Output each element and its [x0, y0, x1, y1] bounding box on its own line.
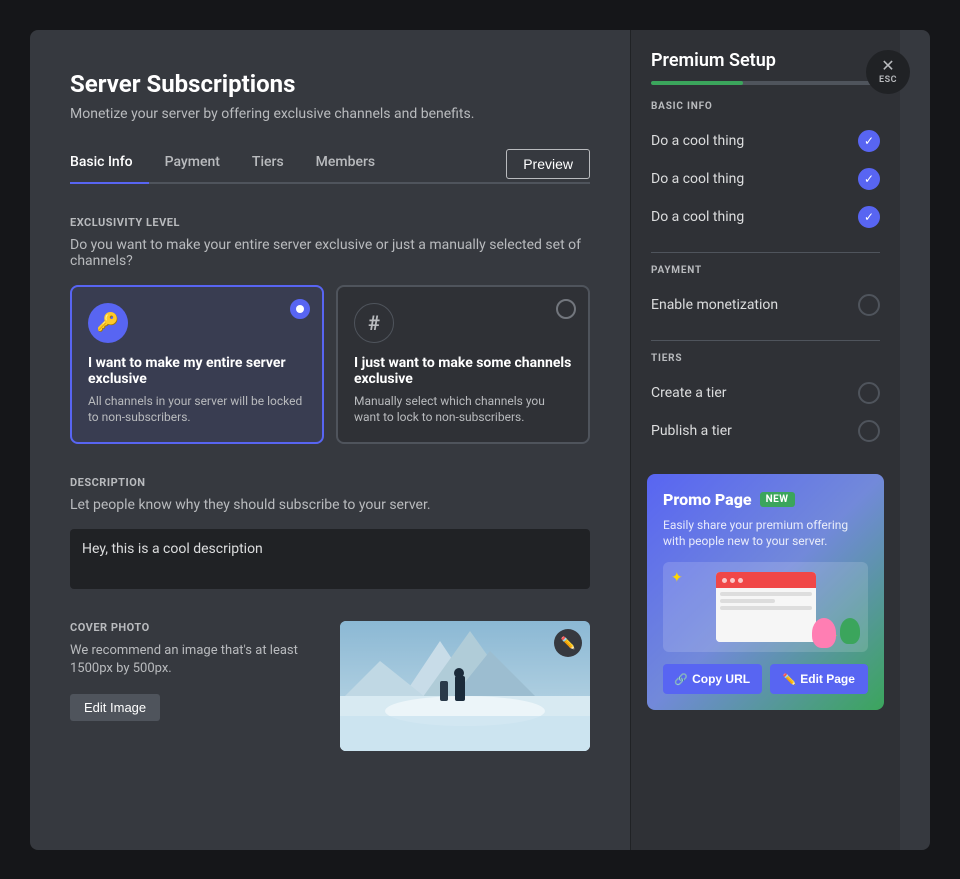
hashtag-icon: # [354, 303, 394, 343]
checklist-item: Do a cool thing ✓ [651, 122, 880, 160]
page-subtitle: Monetize your server by offering exclusi… [70, 106, 590, 122]
card-title-entire: I want to make my entire server exclusiv… [88, 355, 306, 387]
promo-card-desc: Easily share your premium offering with … [663, 517, 868, 551]
card-title-some: I just want to make some channels exclus… [354, 355, 572, 387]
divider-2 [651, 340, 880, 341]
excl-card-entire-server[interactable]: 🔑 I want to make my entire server exclus… [70, 285, 324, 445]
description-section: DESCRIPTION Let people know why they sho… [70, 476, 590, 593]
checklist-item: Do a cool thing ✓ [651, 160, 880, 198]
checklist-label-basic: BASIC INFO [651, 101, 880, 112]
card-desc-entire: All channels in your server will be lock… [88, 393, 306, 427]
check-circle-payment-1 [858, 294, 880, 316]
cover-image [340, 621, 590, 751]
exclusivity-desc: Do you want to make your entire server e… [70, 237, 590, 269]
page-title: Server Subscriptions [70, 70, 590, 98]
esc-button[interactable]: ✕ ESC [866, 50, 910, 94]
promo-window-bar [716, 572, 816, 588]
tab-tiers[interactable]: Tiers [252, 146, 300, 184]
checklist-tiers: TIERS Create a tier Publish a tier [631, 353, 900, 462]
checklist-basic-info: BASIC INFO Do a cool thing ✓ Do a cool t… [631, 101, 900, 248]
new-badge: NEW [760, 492, 795, 507]
promo-card: Promo Page NEW Easily share your premium… [647, 474, 884, 711]
tab-payment[interactable]: Payment [165, 146, 236, 184]
cover-image-container: ✏️ [340, 621, 590, 751]
checklist-item: Do a cool thing ✓ [651, 198, 880, 236]
copy-url-button[interactable]: 🔗 Copy URL [663, 664, 762, 694]
exclusivity-cards: 🔑 I want to make my entire server exclus… [70, 285, 590, 445]
tab-basic-info[interactable]: Basic Info [70, 146, 149, 184]
key-icon: 🔑 [88, 303, 128, 343]
cover-label: COVER PHOTO [70, 621, 316, 634]
check-circle-tiers-2 [858, 420, 880, 442]
check-circle-tiers-1 [858, 382, 880, 404]
description-label: DESCRIPTION [70, 476, 590, 489]
promo-actions: 🔗 Copy URL ✏️ Edit Page [663, 664, 868, 694]
right-panel: Premium Setup ∧ BASIC INFO Do a cool thi… [630, 30, 900, 850]
link-icon: 🔗 [674, 673, 688, 686]
char-2 [840, 618, 860, 644]
checklist-payment: PAYMENT Enable monetization [631, 265, 900, 336]
dot-2 [730, 578, 735, 583]
checklist-label-payment: PAYMENT [651, 265, 880, 276]
checklist-label-tiers: TIERS [651, 353, 880, 364]
radio-entire-server [290, 299, 310, 319]
check-circle-1: ✓ [858, 130, 880, 152]
edit-page-button[interactable]: ✏️ Edit Page [770, 664, 869, 694]
promo-window-body [716, 588, 816, 642]
cover-desc: We recommend an image that's at least 15… [70, 642, 316, 678]
check-circle-3: ✓ [858, 206, 880, 228]
promo-line-2 [720, 599, 775, 603]
tab-members[interactable]: Members [316, 146, 391, 184]
exclusivity-label: EXCLUSIVITY LEVEL [70, 216, 590, 229]
promo-characters [812, 618, 860, 648]
card-desc-some: Manually select which channels you want … [354, 393, 572, 427]
promo-card-title: Promo Page NEW [663, 490, 868, 509]
progress-bar [651, 81, 880, 85]
checklist-item: Publish a tier [651, 412, 880, 450]
esc-label: ESC [879, 75, 897, 85]
radio-some-channels [556, 299, 576, 319]
progress-bar-container [631, 71, 900, 101]
divider-1 [651, 252, 880, 253]
cover-photo-section: COVER PHOTO We recommend an image that's… [70, 621, 590, 751]
premium-setup-header: Premium Setup ∧ [631, 30, 900, 71]
star-icon-1: ✦ [671, 570, 683, 586]
promo-line-3 [720, 606, 812, 610]
exclusivity-section: EXCLUSIVITY LEVEL Do you want to make yo… [70, 216, 590, 445]
modal: ✕ ESC Server Subscriptions Monetize your… [30, 30, 930, 850]
check-circle-2: ✓ [858, 168, 880, 190]
edit-pencil-icon: ✏️ [783, 673, 797, 686]
char-1 [812, 618, 836, 648]
close-icon: ✕ [881, 58, 894, 74]
promo-line-1 [720, 592, 812, 596]
description-desc: Let people know why they should subscrib… [70, 497, 590, 513]
dot-1 [722, 578, 727, 583]
description-textarea[interactable]: Hey, this is a cool description [70, 529, 590, 589]
premium-setup-title: Premium Setup [651, 50, 776, 71]
progress-fill [651, 81, 743, 85]
tabs-container: Basic Info Payment Tiers Members Preview [70, 146, 590, 184]
checklist-item: Enable monetization [651, 286, 880, 324]
excl-card-some-channels[interactable]: # I just want to make some channels excl… [336, 285, 590, 445]
modal-backdrop: ✕ ESC Server Subscriptions Monetize your… [0, 0, 960, 879]
edit-image-button[interactable]: Edit Image [70, 694, 160, 721]
promo-illustration: ✦ ✦ [663, 562, 868, 652]
edit-overlay-icon[interactable]: ✏️ [554, 629, 582, 657]
promo-window-mockup [716, 572, 816, 642]
cover-left: COVER PHOTO We recommend an image that's… [70, 621, 316, 721]
preview-button[interactable]: Preview [506, 149, 590, 179]
checklist-item: Create a tier [651, 374, 880, 412]
dot-3 [738, 578, 743, 583]
left-panel: Server Subscriptions Monetize your serve… [30, 30, 630, 850]
